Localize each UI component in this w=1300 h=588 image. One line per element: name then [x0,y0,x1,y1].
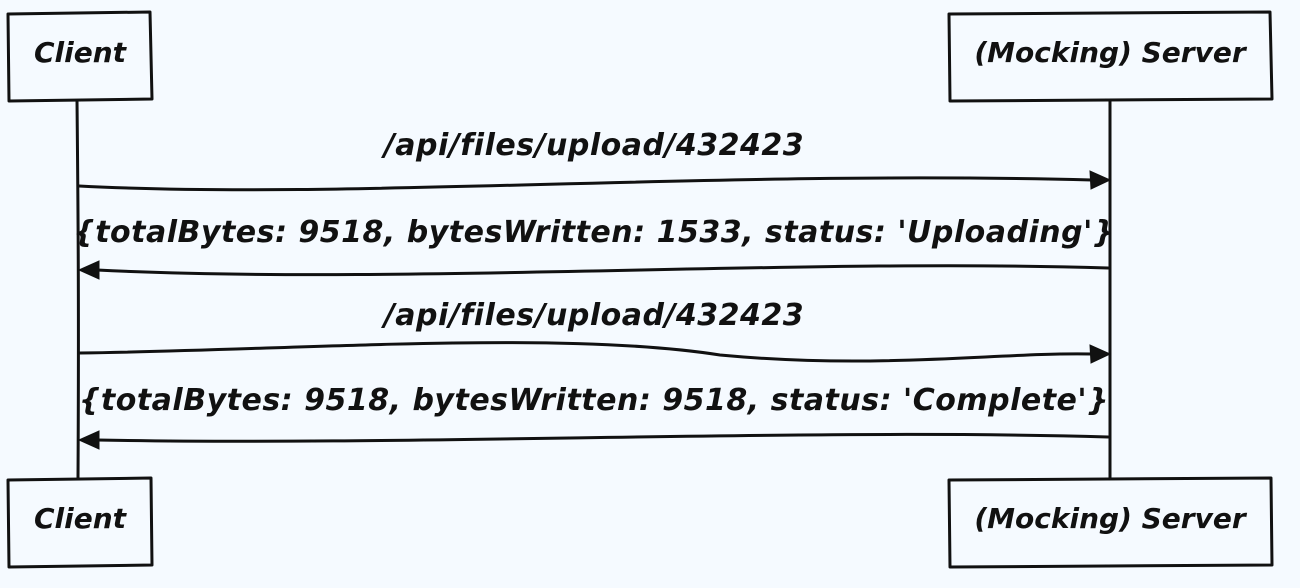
message-2-arrow-line [95,264,1110,277]
client-lifeline [75,98,80,480]
message-1-arrowhead [1089,170,1112,190]
message-2-label: {totalBytes: 9518, bytesWritten: 1533, s… [73,215,1114,250]
message-4-arrow-line [95,432,1110,443]
message-3-arrow-line [78,341,1094,363]
message-1-arrow-line [77,176,1094,192]
message-4: {totalBytes: 9518, bytesWritten: 9518, s… [77,383,1110,450]
message-2: {totalBytes: 9518, bytesWritten: 1533, s… [73,215,1114,280]
message-1-label: /api/files/upload/432423 [381,128,804,163]
participant-client-top-label: Client [34,36,128,69]
message-3: /api/files/upload/432423 [78,298,1112,364]
sequence-diagram-canvas: Client (Mocking) Server Client (Mocking)… [6,10,1274,569]
participant-server-top: (Mocking) Server [947,10,1274,103]
server-lifeline [1108,98,1112,480]
message-4-label: {totalBytes: 9518, bytesWritten: 9518, s… [79,383,1109,418]
sequence-diagram: Client (Mocking) Server Client (Mocking)… [0,0,1300,588]
message-3-arrowhead [1089,344,1112,364]
message-3-label: /api/files/upload/432423 [381,298,804,333]
participant-client-top: Client [6,10,154,103]
participant-server-top-label: (Mocking) Server [974,36,1247,69]
participant-client-bottom-label: Client [34,502,128,535]
message-2-arrowhead [77,260,100,280]
message-1: /api/files/upload/432423 [77,128,1112,192]
participant-server-bottom-label: (Mocking) Server [974,502,1247,535]
participant-server-bottom: (Mocking) Server [947,476,1274,569]
participant-client-bottom: Client [6,476,154,569]
message-4-arrowhead [77,430,100,450]
